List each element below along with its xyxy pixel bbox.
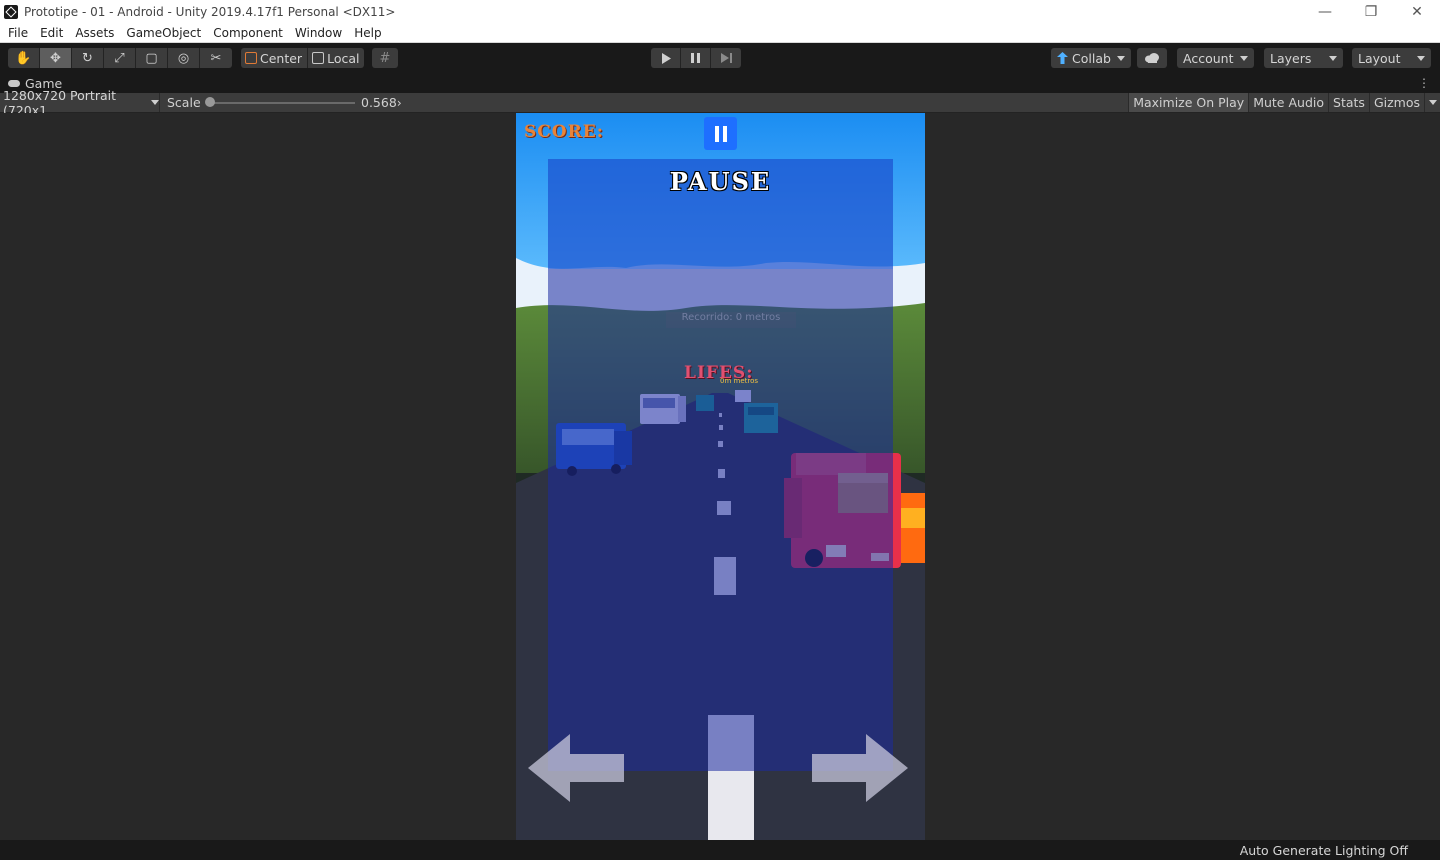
custom-tool-icon[interactable]: ✂ (200, 48, 232, 68)
menu-gameobject[interactable]: GameObject (120, 24, 207, 42)
window-controls: — ❐ ✕ (1302, 0, 1440, 23)
chevron-down-icon (151, 100, 159, 105)
game-view-toolbar: 1280x720 Portrait (720x1 Scale 0.568› Ma… (0, 88, 1440, 118)
scale-tool-icon[interactable]: ⤢ (104, 48, 136, 68)
minimize-button[interactable]: — (1302, 0, 1348, 23)
pivot-local-label: Local (327, 50, 360, 66)
menu-assets[interactable]: Assets (69, 24, 120, 42)
scale-slider-handle[interactable] (205, 97, 215, 107)
snap-group: # (372, 48, 398, 68)
account-label: Account (1183, 50, 1234, 66)
restore-button[interactable]: ❐ (1348, 0, 1394, 23)
play-button[interactable] (651, 48, 681, 68)
score-label: SCORE: (524, 122, 604, 142)
collab-icon (1057, 52, 1068, 64)
playback-controls (651, 48, 741, 68)
pause-game-button[interactable] (704, 117, 737, 150)
layers-dropdown[interactable]: Layers (1264, 48, 1343, 68)
cube-icon (312, 52, 325, 64)
main-toolbar: ✋ ✥ ↻ ⤢ ▢ ◎ ✂ Center Local # Collab Acco… (0, 43, 1440, 73)
pause-icon (691, 53, 700, 63)
resolution-dropdown[interactable]: 1280x720 Portrait (720x1 (0, 88, 160, 118)
pause-button[interactable] (681, 48, 711, 68)
close-button[interactable]: ✕ (1394, 0, 1440, 23)
pivot-center-label: Center (260, 50, 303, 66)
pivot-group: Center Local (241, 48, 365, 68)
rect-tool-icon[interactable]: ▢ (136, 48, 168, 68)
pivot-icon (245, 52, 257, 64)
grid-snap-icon[interactable]: # (372, 48, 398, 68)
collab-button[interactable]: Collab (1051, 48, 1131, 68)
layers-label: Layers (1270, 50, 1312, 66)
menu-file[interactable]: File (2, 24, 34, 42)
game-view-toggles: Maximize On Play Mute Audio Stats Gizmos (1128, 93, 1440, 112)
arrow-left-icon[interactable] (528, 734, 624, 802)
game-tab-bar: Game ⋮ (0, 73, 1440, 93)
window-title-bar: Prototipe - 01 - Android - Unity 2019.4.… (0, 0, 1440, 23)
menu-bar: File Edit Assets GameObject Component Wi… (0, 23, 1440, 43)
maximize-on-play-toggle[interactable]: Maximize On Play (1128, 93, 1249, 112)
unity-logo-icon (4, 4, 18, 19)
pivot-center-button[interactable]: Center (241, 48, 309, 68)
pause-title: PAUSE (669, 167, 772, 196)
status-bar: Auto Generate Lighting Off (0, 840, 1440, 860)
menu-edit[interactable]: Edit (34, 24, 69, 42)
window-title: Prototipe - 01 - Android - Unity 2019.4.… (24, 4, 396, 19)
rotate-tool-icon[interactable]: ↻ (72, 48, 104, 68)
chevron-down-icon (1116, 55, 1125, 61)
gamepad-icon (8, 79, 20, 87)
step-icon (720, 53, 732, 63)
menu-component[interactable]: Component (207, 24, 289, 42)
move-tool-icon[interactable]: ✥ (40, 48, 72, 68)
play-icon (661, 52, 671, 64)
chevron-down-icon (1329, 55, 1337, 61)
tab-options-icon[interactable]: ⋮ (1418, 76, 1430, 90)
gizmos-dropdown[interactable] (1424, 93, 1440, 112)
hand-tool-icon[interactable]: ✋ (8, 48, 40, 68)
layout-dropdown[interactable]: Layout (1352, 48, 1431, 68)
lighting-status: Auto Generate Lighting Off (1239, 843, 1408, 858)
scale-value: 0.568› (361, 95, 402, 110)
game-viewport: SCORE: PAUSE Recorrido: 0 metros LIFES: … (0, 113, 1440, 840)
collab-label: Collab (1072, 50, 1111, 66)
chevron-down-icon (1428, 100, 1437, 105)
menu-help[interactable]: Help (348, 24, 387, 42)
pause-icon (714, 125, 727, 142)
faded-distance-text: Recorrido: 0 metros (666, 312, 796, 328)
scale-slider-track[interactable] (209, 102, 355, 104)
account-dropdown[interactable]: Account (1177, 48, 1254, 68)
step-button[interactable] (711, 48, 741, 68)
scale-label: Scale (167, 95, 201, 110)
chevron-down-icon (1240, 55, 1248, 61)
cloud-icon (1145, 53, 1159, 63)
game-screen[interactable]: SCORE: PAUSE Recorrido: 0 metros LIFES: … (516, 113, 925, 840)
stats-toggle[interactable]: Stats (1328, 93, 1369, 112)
chevron-down-icon (1417, 55, 1425, 61)
cloud-button[interactable] (1137, 48, 1167, 68)
mute-audio-toggle[interactable]: Mute Audio (1248, 93, 1328, 112)
layout-label: Layout (1358, 50, 1401, 66)
gizmos-toggle[interactable]: Gizmos (1368, 93, 1424, 112)
transform-tools: ✋ ✥ ↻ ⤢ ▢ ◎ ✂ (8, 48, 232, 68)
transform-tool-icon[interactable]: ◎ (168, 48, 200, 68)
distance-small-text: 0m metros (720, 377, 759, 385)
menu-window[interactable]: Window (289, 24, 348, 42)
arrow-right-icon[interactable] (812, 734, 908, 802)
pivot-local-button[interactable]: Local (308, 48, 365, 68)
